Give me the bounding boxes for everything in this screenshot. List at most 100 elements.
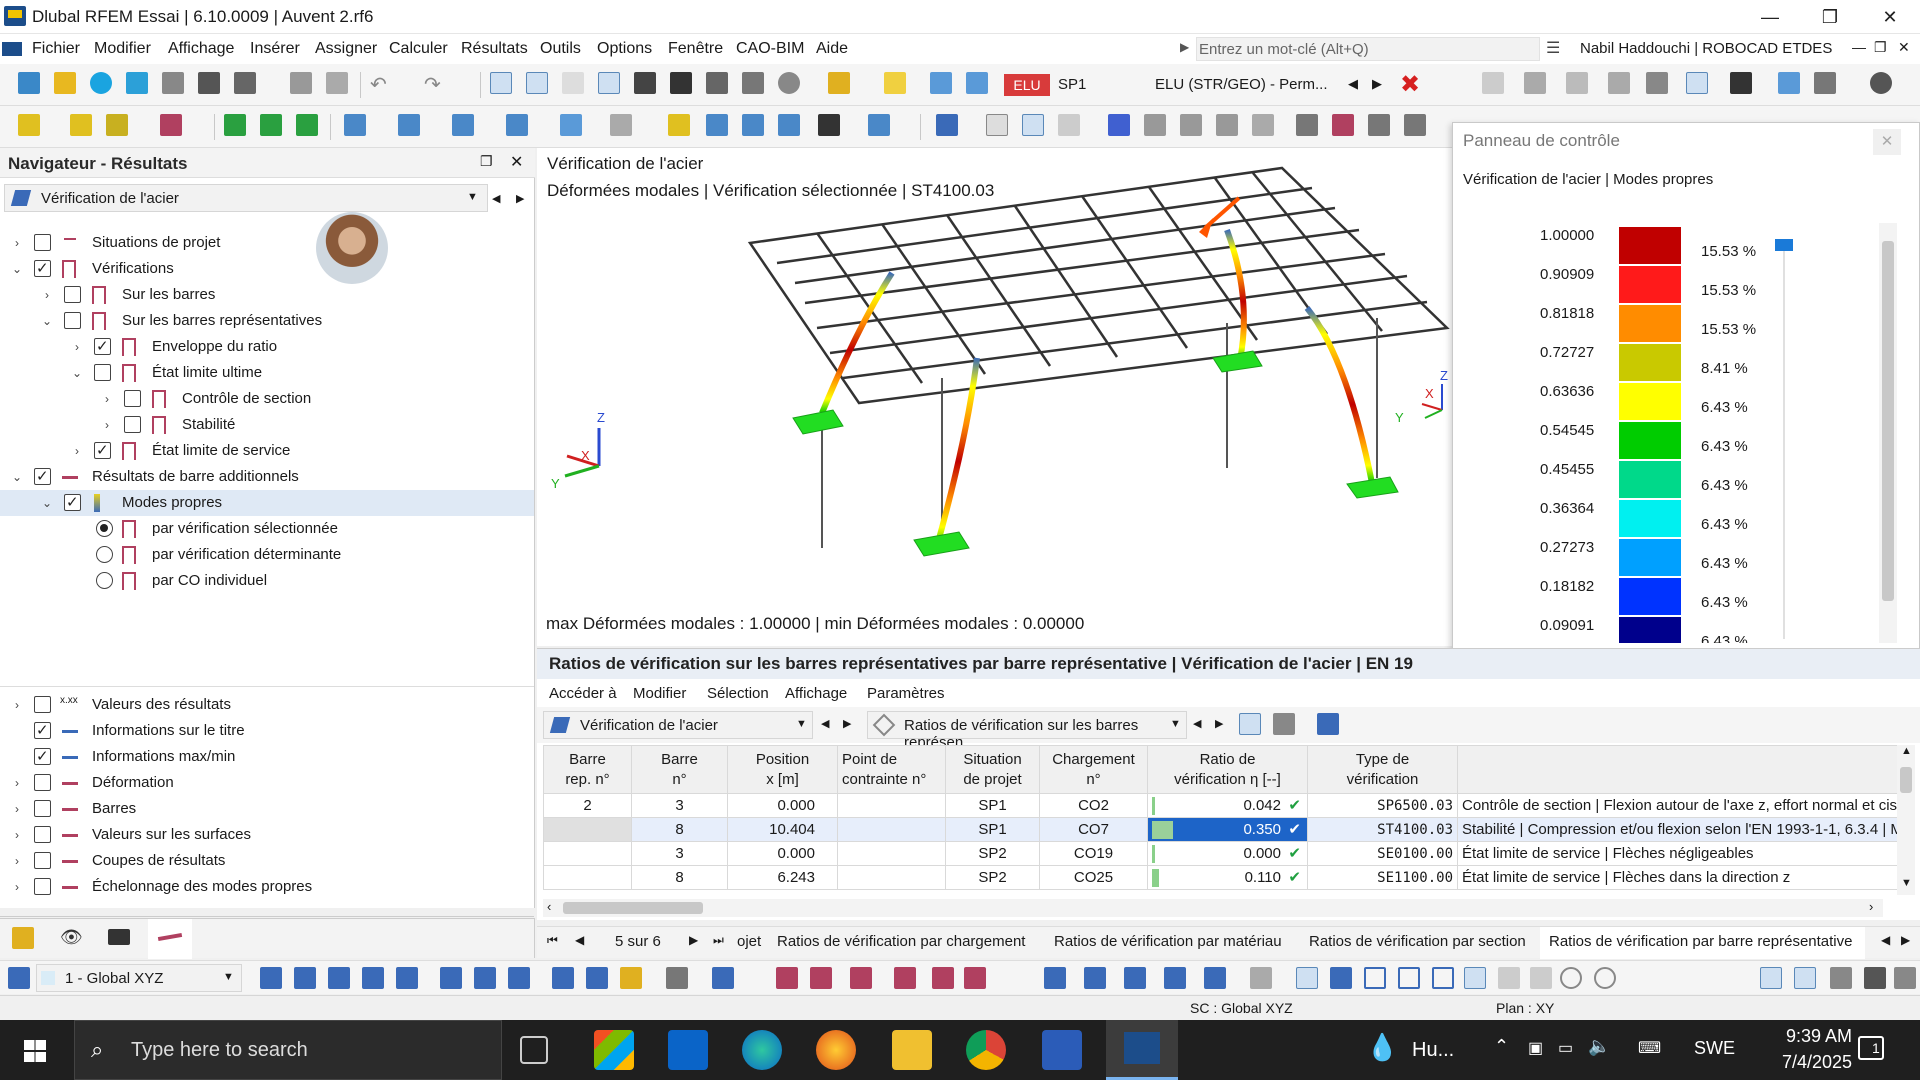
loadcase2-icon[interactable] — [966, 72, 988, 94]
cell-situation[interactable]: SP2 — [945, 865, 1040, 890]
menu-calculer[interactable]: Calculer — [389, 40, 448, 58]
snap-icon-6[interactable] — [440, 967, 462, 989]
menu-inserer[interactable]: Insérer — [250, 40, 300, 58]
cloud-icon[interactable] — [90, 72, 112, 94]
tree-item-situations[interactable]: › Situations de projet — [0, 230, 530, 256]
cell-situation[interactable]: SP1 — [945, 817, 1040, 842]
snap-line2-icon[interactable] — [1530, 967, 1552, 989]
grid-toggle2-icon[interactable] — [1794, 967, 1816, 989]
snap-icon-4[interactable] — [362, 967, 384, 989]
menu-fenetre[interactable]: Fenêtre — [668, 40, 723, 58]
tree-item-els[interactable]: › État limite de service — [0, 438, 530, 464]
display-icon[interactable] — [1686, 72, 1708, 94]
snap-circle2-icon[interactable] — [1594, 967, 1616, 989]
task-view-icon[interactable] — [520, 1036, 548, 1064]
last-page-icon[interactable]: ⏭ — [713, 933, 724, 948]
draw-icon-3[interactable] — [850, 967, 872, 989]
nav-tab-view-icon[interactable]: 👁 — [60, 927, 83, 948]
coordinate-system-select[interactable]: 1 - Global XYZ ▼ — [36, 964, 242, 992]
clock-time[interactable]: 9:39 AM — [1786, 1026, 1852, 1047]
cell-rep[interactable] — [543, 817, 632, 842]
col-rep-header[interactable]: Barre rep. n° — [543, 745, 632, 794]
tab-projet[interactable]: ojet — [737, 933, 761, 950]
menu-aide[interactable]: Aide — [816, 40, 848, 58]
cell-type[interactable]: SE1100.00 — [1307, 865, 1458, 890]
menu-fichier[interactable]: Fichier — [32, 40, 80, 58]
cell-description[interactable]: Contrôle de section | Flexion autour de … — [1457, 793, 1907, 818]
save-icon[interactable] — [198, 72, 220, 94]
cell-position[interactable]: 0.000 — [727, 841, 838, 866]
script-icon[interactable] — [670, 72, 692, 94]
values2-icon[interactable] — [1566, 72, 1588, 94]
col-point-header[interactable]: Point de contrainte n° — [837, 745, 946, 794]
tree-item-barres[interactable]: › Barres — [0, 796, 530, 822]
cell-barre[interactable]: 8 — [631, 817, 728, 842]
snap-member-icon[interactable] — [1864, 967, 1886, 989]
snap-x-icon[interactable] — [1398, 967, 1420, 989]
globe-icon[interactable] — [778, 72, 800, 94]
structure-model[interactable] — [537, 148, 1452, 646]
tree-item-surface-values[interactable]: › Valeurs sur les surfaces — [0, 822, 530, 848]
cell-point[interactable] — [837, 865, 946, 890]
snap-grid-icon[interactable] — [1296, 967, 1318, 989]
coordinate-system-icon[interactable] — [8, 967, 30, 989]
values-icon[interactable] — [1482, 72, 1504, 94]
graph-icon[interactable] — [986, 114, 1008, 136]
snap-icon-11[interactable] — [620, 967, 642, 989]
line-icon[interactable] — [70, 114, 92, 136]
cell-situation[interactable]: SP1 — [945, 793, 1040, 818]
table-menu-affichage[interactable]: Affichage — [785, 685, 847, 702]
language-indicator[interactable]: SWE — [1694, 1038, 1735, 1059]
wave-icon[interactable] — [1108, 114, 1130, 136]
align4-icon[interactable] — [1404, 114, 1426, 136]
cell-chargement[interactable]: CO2 — [1039, 793, 1148, 818]
measure-icon[interactable] — [668, 114, 690, 136]
tree-item-selected-verification[interactable]: par vérification sélectionnée — [0, 516, 530, 542]
table-type-next-icon[interactable]: ▶ — [1215, 717, 1223, 730]
cell-ratio[interactable]: 0.350 ✔ — [1147, 817, 1308, 842]
annotate-icon[interactable] — [828, 72, 850, 94]
grid-toggle-icon[interactable] — [1760, 967, 1782, 989]
report2-icon[interactable] — [326, 72, 348, 94]
solid-icon[interactable] — [1608, 72, 1630, 94]
tree-item-sur-les-barres[interactable]: › Sur les barres — [0, 282, 530, 308]
tree-item-additional-results[interactable]: ⌄ Résultats de barre additionnels — [0, 464, 530, 490]
cell-rep[interactable]: 2 — [543, 793, 632, 818]
snap-icon-5[interactable] — [396, 967, 418, 989]
dimension-icon[interactable] — [706, 114, 728, 136]
load3-icon[interactable] — [452, 114, 474, 136]
hand-icon[interactable] — [610, 114, 632, 136]
cell-position[interactable]: 0.000 — [727, 793, 838, 818]
list-icon[interactable] — [742, 72, 764, 94]
cell-type[interactable]: SP6500.03 — [1307, 793, 1458, 818]
tab-par-materiau[interactable]: Ratios de vérification par matériau — [1054, 933, 1282, 950]
col-barre-header[interactable]: Barre n° — [631, 745, 728, 794]
restore-doc-icon[interactable]: ❐ — [1874, 39, 1887, 56]
frame-icon[interactable] — [1778, 72, 1800, 94]
tabs-next-icon[interactable]: ▶ — [1901, 933, 1910, 947]
layer-icon[interactable] — [1830, 967, 1852, 989]
tree-item-result-sections[interactable]: › Coupes de résultats — [0, 848, 530, 874]
snap-icon-1[interactable] — [260, 967, 282, 989]
search-expand-icon[interactable]: ▶ — [1180, 40, 1189, 54]
table-prev-icon[interactable]: ◀ — [821, 717, 829, 730]
weather-text[interactable]: Hu... — [1412, 1039, 1454, 1062]
render-icon[interactable] — [1646, 72, 1668, 94]
cell-chargement[interactable]: CO19 — [1039, 841, 1148, 866]
table-link-icon[interactable] — [1273, 713, 1295, 735]
cell-point[interactable] — [837, 841, 946, 866]
col-situation-header[interactable]: Situation de projet — [945, 745, 1040, 794]
restore-button[interactable]: ❐ — [1800, 0, 1860, 34]
tree-item-enveloppe[interactable]: › Enveloppe du ratio — [0, 334, 530, 360]
notifications-icon[interactable]: 1 — [1858, 1036, 1884, 1060]
tree-item-maxmin-info[interactable]: Informations max/min — [0, 744, 530, 770]
tab-par-section[interactable]: Ratios de vérification par section — [1309, 933, 1526, 950]
support-surface-icon[interactable] — [296, 114, 318, 136]
load-icon[interactable] — [344, 114, 366, 136]
snap-icon-10[interactable] — [586, 967, 608, 989]
app-menu-icon[interactable] — [2, 42, 22, 56]
nav-next-icon[interactable]: ▶ — [516, 192, 524, 205]
snap-icon-12[interactable] — [666, 967, 688, 989]
cell-description[interactable]: État limite de service | Flèches dans la… — [1457, 865, 1907, 890]
snap-circle-icon[interactable] — [1560, 967, 1582, 989]
